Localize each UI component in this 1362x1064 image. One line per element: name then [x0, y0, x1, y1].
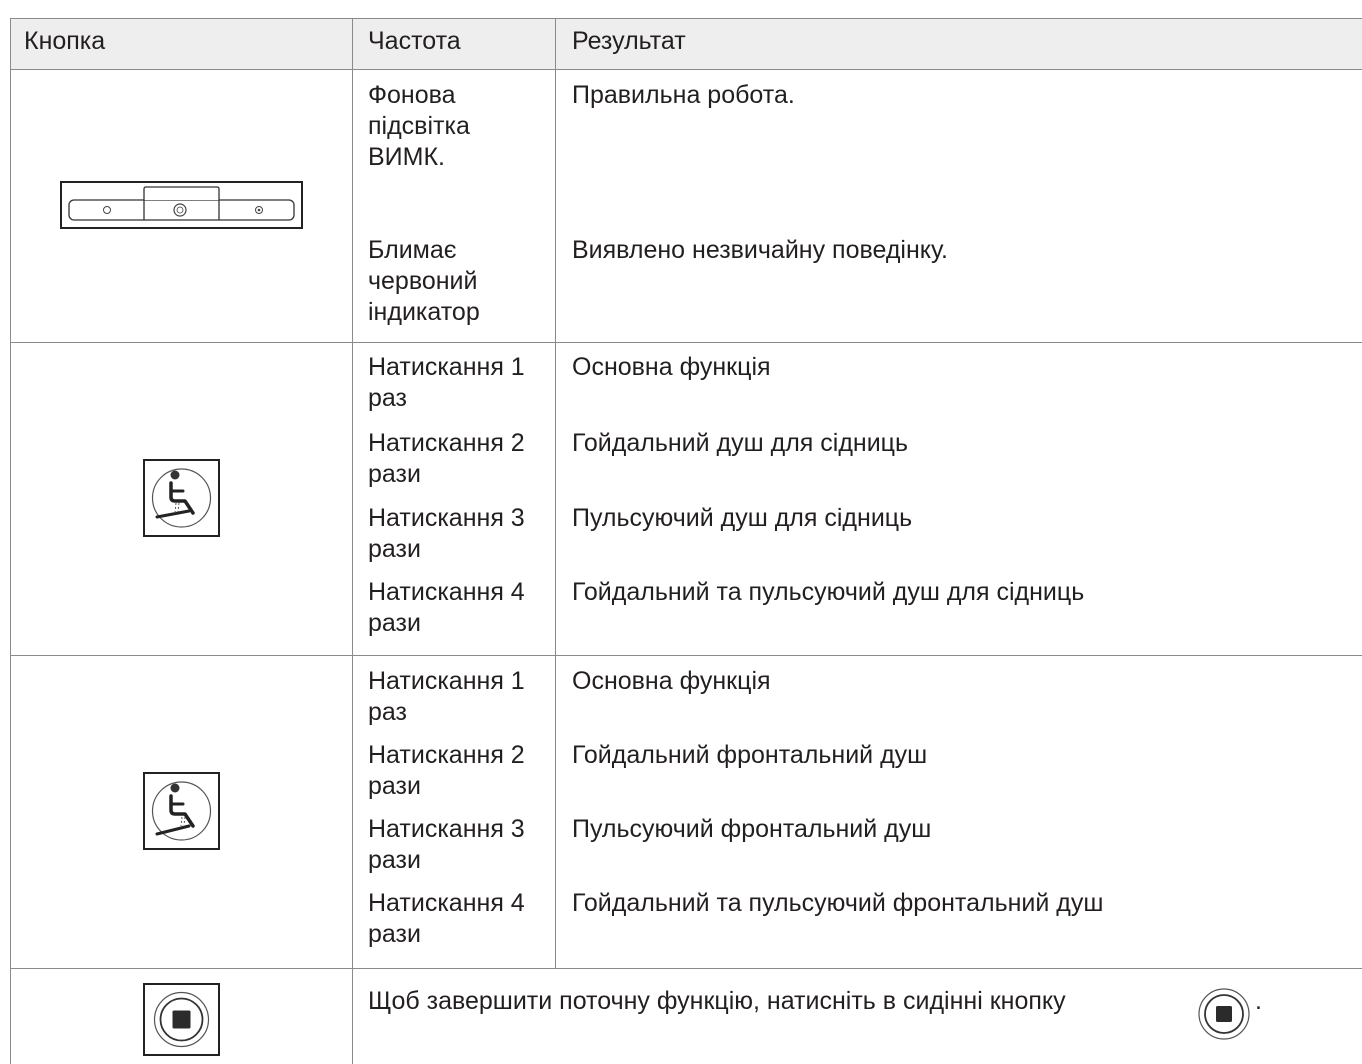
result-cell: Гойдальний та пульсуючий душ для сідниць: [572, 578, 1085, 606]
row-divider: [10, 342, 1362, 343]
front-shower-icon: [143, 772, 220, 850]
frequency-cell: Натискання 1 раз: [368, 667, 525, 726]
table-border-left: [10, 18, 11, 1064]
result-cell: Пульсуючий фронтальний душ: [572, 815, 932, 843]
frequency-cell: Блимає червоний індикатор: [368, 236, 480, 326]
result-cell: Основна функція: [572, 353, 771, 381]
frequency-cell: Натискання 1 раз: [368, 353, 525, 412]
header-result: Результат: [572, 27, 686, 55]
frequency-cell: Натискання 4 рази: [368, 578, 525, 637]
result-cell: Гойдальний фронтальний душ: [572, 741, 928, 769]
column-divider: [352, 18, 353, 1064]
result-cell: Основна функція: [572, 667, 771, 695]
result-cell: Гойдальний та пульсуючий фронтальний душ: [572, 889, 1104, 917]
stop-note-period: .: [1255, 987, 1262, 1015]
frequency-cell: Натискання 4 рази: [368, 889, 525, 948]
result-cell: Правильна робота.: [572, 81, 795, 109]
row-divider: [10, 69, 1362, 70]
frequency-cell: Натискання 3 рази: [368, 815, 525, 874]
table-header: [10, 18, 1362, 69]
result-cell: Пульсуючий душ для сідниць: [572, 504, 913, 532]
stop-icon: [143, 983, 220, 1056]
control-panel-icon: [60, 181, 303, 229]
frequency-cell: Натискання 2 рази: [368, 429, 525, 488]
header-button: Кнопка: [24, 27, 106, 55]
frequency-cell: Фонова підсвітка ВИМК.: [368, 81, 470, 171]
header-frequency: Частота: [368, 27, 461, 55]
result-cell: Гойдальний душ для сідниць: [572, 429, 909, 457]
stop-note: Щоб завершити поточну функцію, натисніть…: [368, 987, 1066, 1015]
rear-shower-icon: [143, 459, 220, 537]
frequency-cell: Натискання 3 рази: [368, 504, 525, 563]
column-divider: [555, 18, 556, 968]
row-divider: [10, 655, 1362, 656]
result-cell: Виявлено незвичайну поведінку.: [572, 236, 948, 264]
stop-icon: [1195, 986, 1253, 1042]
table-border-top: [10, 18, 1362, 19]
frequency-cell: Натискання 2 рази: [368, 741, 525, 800]
row-divider: [10, 968, 1362, 969]
